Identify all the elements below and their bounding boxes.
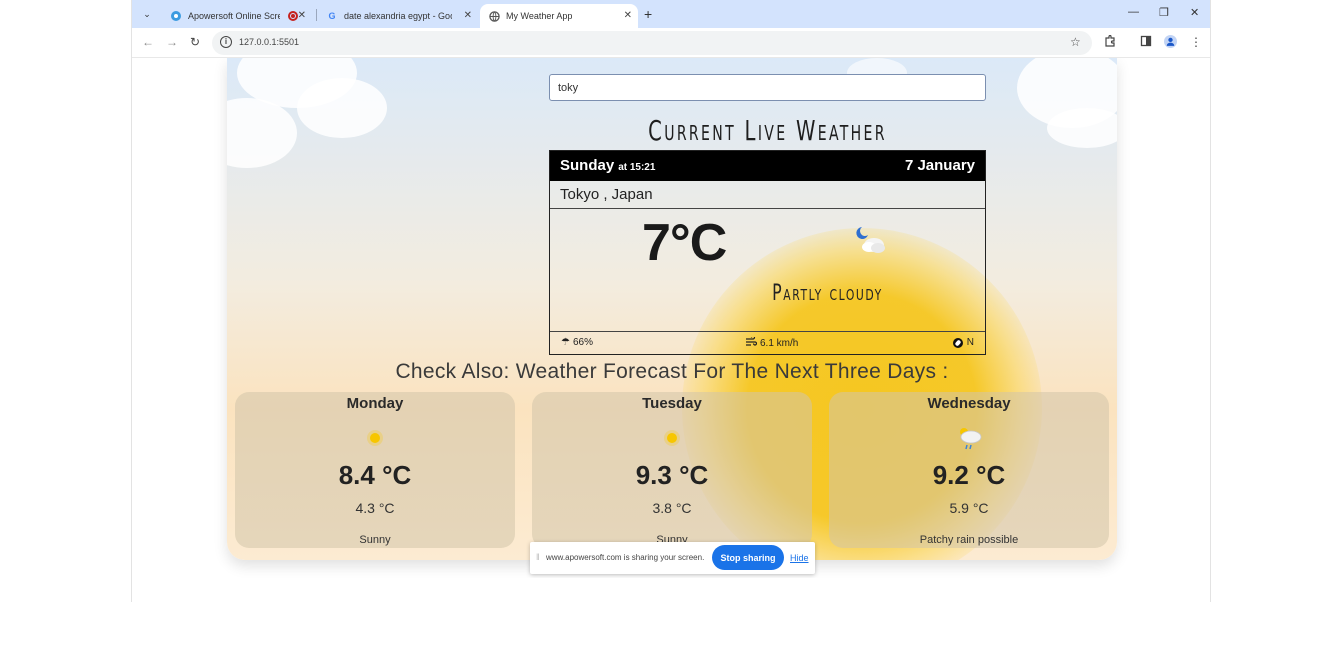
stop-sharing-button[interactable]: Stop sharing xyxy=(712,545,784,570)
close-tab-icon[interactable]: ✕ xyxy=(298,10,306,21)
minimize-icon[interactable]: — xyxy=(1128,6,1139,18)
forecast-card-wednesday: Wednesday 9.2 °C 5.9 °C Patchy rain poss… xyxy=(829,392,1109,548)
tab-title: My Weather App xyxy=(506,11,573,21)
address-url[interactable]: 127.0.0.1:5501 xyxy=(239,37,299,47)
forecast-card-tuesday: Tuesday 9.3 °C 3.8 °C Sunny xyxy=(532,392,812,548)
card-header: Sunday at 15:21 7 January xyxy=(550,151,985,181)
city-search-input[interactable] xyxy=(549,74,986,101)
card-footer: ☂ 66% 6.1 km/h N xyxy=(550,331,985,355)
sun-icon xyxy=(360,425,390,451)
current-time: at 15:21 xyxy=(618,162,656,173)
forecast-card-monday: Monday 8.4 °C 4.3 °C Sunny xyxy=(235,392,515,548)
profile-avatar-icon[interactable] xyxy=(1164,35,1177,51)
tab-weather-app[interactable]: My Weather App ✕ xyxy=(480,4,638,28)
tab-title: date alexandria egypt - Google xyxy=(344,11,452,21)
tab-separator xyxy=(316,9,317,21)
tab-apowersoft[interactable]: Apowersoft Online Screen ✕ xyxy=(162,4,312,28)
compass-icon xyxy=(952,337,963,348)
wind-direction-stat: N xyxy=(952,337,974,348)
google-icon: G xyxy=(328,11,336,21)
side-panel-icon[interactable] xyxy=(1140,35,1152,50)
reload-icon[interactable]: ↻ xyxy=(190,35,200,49)
forecast-max-temp: 9.2 °C xyxy=(932,460,1006,490)
current-condition: Partly cloudy xyxy=(772,281,883,306)
bookmark-star-icon[interactable]: ☆ xyxy=(1070,35,1081,49)
screen-share-bar: ‖ www.apowersoft.com is sharing your scr… xyxy=(530,542,815,574)
humidity-value: 66% xyxy=(572,337,593,348)
forecast-max-temp: 8.4 °C xyxy=(338,460,412,490)
forecast-min-temp: 5.9 °C xyxy=(949,500,989,516)
forecast-condition: Patchy rain possible xyxy=(919,534,1019,546)
forecast-min-temp: 4.3 °C xyxy=(355,500,395,516)
forecast-day: Tuesday xyxy=(642,395,702,412)
globe-icon xyxy=(488,10,500,22)
partly-cloudy-night-icon xyxy=(850,221,890,257)
current-weather-card: Sunday at 15:21 7 January Tokyo , Japan 7… xyxy=(549,150,986,355)
browser-toolbar: ← → ↻ i 127.0.0.1:5501 ☆ ⋮ xyxy=(132,28,1210,58)
sun-icon xyxy=(657,425,687,451)
weather-app: Current Live Weather Sundayat 15:21 7 Ja… xyxy=(227,58,1117,560)
wind-icon xyxy=(746,335,758,349)
current-day-label: Sunday xyxy=(560,157,615,174)
forward-arrow-icon[interactable]: → xyxy=(166,35,178,49)
page-viewport: Current Live Weather Sundayat 15:21 7 Ja… xyxy=(132,58,1210,578)
page-title: Current Live Weather xyxy=(648,114,887,147)
current-day: Sunday at 15:21 xyxy=(560,157,655,174)
forecast-heading: Check Also: Weather Forecast For The Nex… xyxy=(395,360,949,383)
browser-window: ⌄ Apowersoft Online Screen ✕ G date alex… xyxy=(131,0,1211,602)
umbrella-icon: ☂ xyxy=(561,337,570,348)
restore-icon[interactable]: ❐ xyxy=(1159,6,1169,19)
close-window-icon[interactable]: ✕ xyxy=(1190,6,1199,19)
close-tab-icon[interactable]: ✕ xyxy=(624,10,632,21)
apowersoft-icon xyxy=(170,10,182,22)
rain-cloud-icon xyxy=(954,425,984,451)
forecast-condition: Sunny xyxy=(359,534,391,546)
current-date: 7 January xyxy=(904,157,975,174)
background-cloud xyxy=(1047,108,1117,148)
forecast-min-temp: 3.8 °C xyxy=(652,500,692,516)
menu-kebab-icon[interactable]: ⋮ xyxy=(1190,35,1202,49)
background-cloud xyxy=(297,78,387,138)
forecast-day: Monday xyxy=(346,395,404,412)
close-tab-icon[interactable]: ✕ xyxy=(464,10,472,21)
hide-link[interactable]: Hide xyxy=(790,553,809,563)
current-temperature: 7°C xyxy=(642,214,727,272)
forecast-max-temp: 9.3 °C xyxy=(635,460,709,490)
tab-search-chevron-icon[interactable]: ⌄ xyxy=(138,5,156,23)
wind-value: 6.1 km/h xyxy=(760,337,799,349)
wind-direction-value: N xyxy=(966,337,974,348)
site-info-icon[interactable]: i xyxy=(220,36,232,48)
extensions-puzzle-icon[interactable] xyxy=(1104,34,1116,50)
new-tab-plus-icon[interactable]: + xyxy=(644,6,652,22)
background-cloud xyxy=(227,98,297,168)
address-bar[interactable]: i 127.0.0.1:5501 ☆ xyxy=(212,31,1092,55)
recording-icon xyxy=(288,11,298,21)
humidity-stat: ☂ 66% xyxy=(561,337,593,348)
current-location: Tokyo , Japan xyxy=(550,181,985,209)
share-notice-text: www.apowersoft.com is sharing your scree… xyxy=(546,553,705,562)
back-arrow-icon[interactable]: ← xyxy=(142,35,154,49)
wind-stat: 6.1 km/h xyxy=(746,335,799,349)
drag-handle-icon[interactable]: ‖ xyxy=(536,552,540,562)
tab-google[interactable]: G date alexandria egypt - Google ✕ xyxy=(318,4,478,28)
tab-strip: ⌄ Apowersoft Online Screen ✕ G date alex… xyxy=(132,0,1210,28)
forecast-day: Wednesday xyxy=(927,395,1011,412)
tab-title: Apowersoft Online Screen xyxy=(188,11,280,21)
